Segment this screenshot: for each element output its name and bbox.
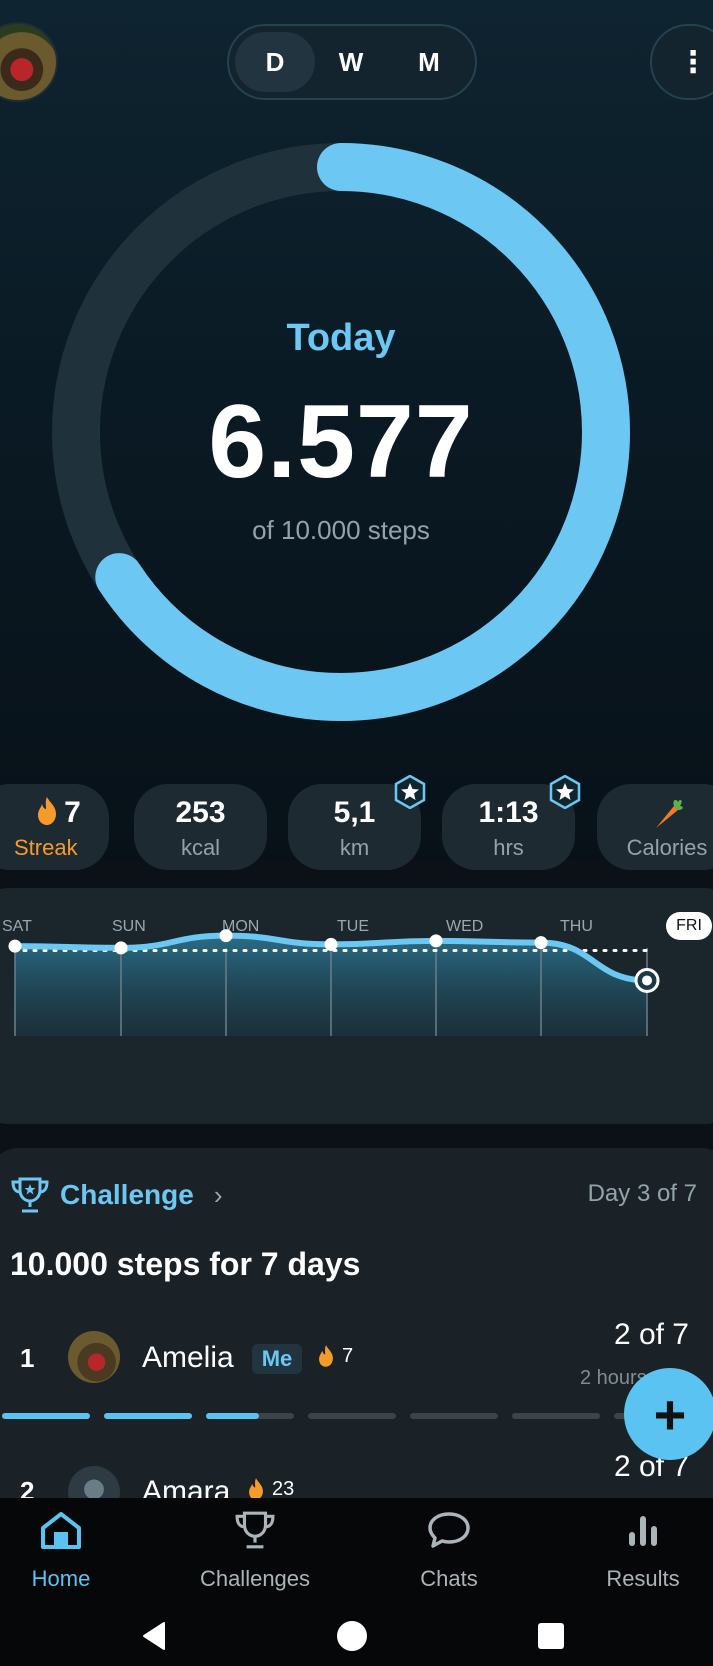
participant-name: Amelia	[142, 1341, 234, 1374]
back-icon[interactable]	[138, 1620, 170, 1652]
progress-segment-fill	[104, 1413, 192, 1419]
distance-label: km	[339, 835, 370, 860]
chat-bubble-icon	[428, 1512, 470, 1548]
calories-label: Calories	[626, 835, 708, 860]
challenge-day-progress: Day 3 of 7	[587, 1180, 697, 1207]
trophy-icon	[235, 1511, 275, 1549]
participant-rank: 1	[20, 1343, 35, 1373]
trophy-icon	[11, 1177, 49, 1213]
add-button[interactable]: +	[624, 1368, 713, 1460]
participant-streak-count: 7	[342, 1344, 354, 1367]
progress-segment-fill	[2, 1413, 90, 1419]
progress-segment	[410, 1413, 498, 1419]
period-selector: D W M	[227, 24, 477, 100]
chart-point	[324, 937, 338, 951]
participant-streak: 7	[316, 1344, 353, 1368]
weekly-steps-chart[interactable]	[0, 888, 713, 1124]
challenge-title: Challenge	[60, 1179, 194, 1210]
nav-home[interactable]: Home	[0, 1510, 136, 1592]
nav-label: Home	[31, 1566, 91, 1591]
nav-label: Challenges	[199, 1566, 311, 1591]
chart-point	[219, 929, 233, 943]
ring-label: Today	[286, 317, 396, 359]
star-badge-icon	[394, 775, 426, 809]
recents-icon[interactable]	[536, 1621, 566, 1651]
ring-center-text: Today 6.577 of 10.000 steps	[46, 137, 636, 727]
steps-count: 6.577	[208, 384, 474, 500]
nav-results[interactable]: Results	[568, 1510, 713, 1592]
period-week-button[interactable]: W	[311, 32, 391, 92]
participant-avatar	[68, 1331, 120, 1383]
more-vertical-icon: ⋮	[678, 45, 708, 79]
chart-point-selected-center	[642, 975, 652, 986]
kcal-value: 253	[175, 796, 226, 829]
progress-segment	[308, 1413, 396, 1419]
flame-icon	[38, 797, 57, 825]
me-tag: Me	[252, 1344, 302, 1374]
chart-point	[114, 941, 128, 955]
flame-icon	[319, 1345, 333, 1367]
nav-chats[interactable]: Chats	[374, 1510, 524, 1592]
progress-segment	[512, 1413, 600, 1419]
chart-point	[429, 934, 443, 948]
nav-label: Chats	[420, 1566, 478, 1591]
system-navigation-bar	[0, 1606, 713, 1666]
period-month-button[interactable]: M	[389, 32, 469, 92]
kcal-stat[interactable]: 253 kcal	[134, 784, 267, 870]
chevron-right-icon: ›	[213, 1179, 223, 1210]
streak-label: Streak	[14, 835, 78, 860]
streak-stat[interactable]: 7 Streak	[0, 784, 109, 870]
duration-label: hrs	[493, 835, 524, 860]
star-badge-icon	[549, 775, 581, 809]
challenge-header[interactable]: Challenge ›	[10, 1175, 222, 1215]
period-day-button[interactable]: D	[235, 32, 315, 92]
challenge-goal: 10.000 steps for 7 days	[10, 1246, 361, 1282]
chart-point	[534, 936, 548, 950]
home-circle-icon[interactable]	[335, 1619, 369, 1653]
kcal-label: kcal	[180, 835, 221, 860]
bar-chart-icon	[629, 1516, 657, 1546]
streak-value: 7	[64, 796, 81, 829]
nav-challenges[interactable]: Challenges	[180, 1510, 330, 1592]
carrot-icon	[656, 799, 683, 828]
home-icon	[41, 1512, 81, 1549]
chart-point	[8, 939, 22, 953]
steps-goal-text: of 10.000 steps	[252, 515, 430, 545]
calories-stat[interactable]: Calories	[597, 784, 713, 870]
participant-score: 2 of 7	[613, 1318, 689, 1351]
nav-label: Results	[606, 1566, 680, 1591]
progress-segment-fill	[206, 1413, 259, 1419]
